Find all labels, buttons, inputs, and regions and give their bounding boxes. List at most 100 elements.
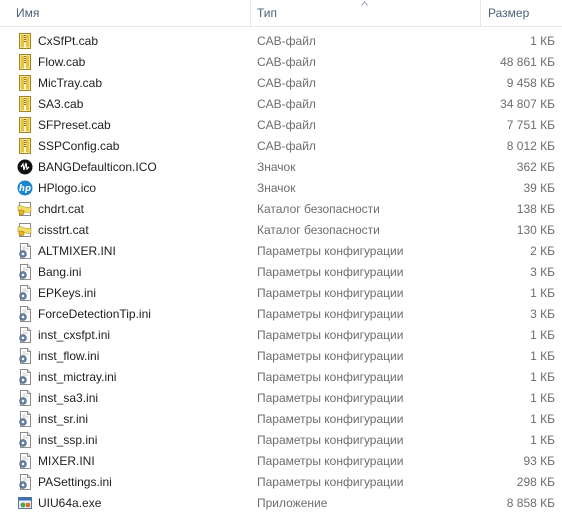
file-row[interactable]: PASettings.ini Параметры конфигурации 298 … [0,472,562,493]
sort-ascending-icon [361,1,368,6]
file-name: inst_cxsfpt.ini [38,328,111,342]
file-size: 3 КБ [530,265,555,279]
file-row[interactable]: hp HPlogo.ico Значок 39 КБ [0,178,562,199]
file-size: 8 012 КБ [506,139,555,153]
file-type: Параметры конфигурации [257,286,404,300]
config-settings-icon [17,390,33,406]
file-name: inst_flow.ini [38,349,100,363]
file-size: 130 КБ [516,223,555,237]
hp-logo-icon: hp [17,180,33,196]
cab-archive-icon [17,138,33,154]
file-type: Приложение [257,496,328,510]
file-row[interactable]: UIU64a.exe Приложение 8 858 КБ [0,493,562,514]
config-settings-icon [17,369,33,385]
file-row[interactable]: inst_sr.ini Параметры конфигурации 1 КБ [0,409,562,430]
file-size: 48 861 КБ [500,55,555,69]
file-size: 1 КБ [530,286,555,300]
file-row[interactable]: SFPreset.cab CAB-файл 7 751 КБ [0,115,562,136]
file-name: chdrt.cat [38,202,85,216]
file-list: CxSfPt.cab CAB-файл 1 КБ Flow.cab CAB-файл 48… [0,31,562,514]
file-size: 1 КБ [530,328,555,342]
file-name: CxSfPt.cab [38,34,99,48]
cab-archive-icon [17,54,33,70]
file-row[interactable]: CxSfPt.cab CAB-файл 1 КБ [0,31,562,52]
file-name: Flow.cab [38,55,86,69]
config-settings-icon [17,411,33,427]
file-type: Каталог безопасности [257,202,380,216]
file-name: SA3.cab [38,97,84,111]
file-type: CAB-файл [257,118,316,132]
file-type: Параметры конфигурации [257,307,404,321]
column-header-name[interactable]: Имя [0,0,250,26]
file-type: Параметры конфигурации [257,475,404,489]
cab-archive-icon [17,96,33,112]
file-type: Параметры конфигурации [257,370,404,384]
file-name: PASettings.ini [38,475,112,489]
application-exe-icon [17,495,33,511]
file-name: SFPreset.cab [38,118,111,132]
config-settings-icon [17,285,33,301]
file-type: CAB-файл [257,55,316,69]
security-catalog-icon [17,201,33,217]
file-type: Значок [257,160,296,174]
file-name: EPKeys.ini [38,286,97,300]
file-name: ForceDetectionTip.ini [38,307,151,321]
file-size: 362 КБ [516,160,555,174]
file-row[interactable]: ALTMIXER.INI Параметры конфигурации 2 КБ [0,241,562,262]
file-row[interactable]: chdrt.cat Каталог безопасности 138 КБ [0,199,562,220]
file-row[interactable]: EPKeys.ini Параметры конфигурации 1 КБ [0,283,562,304]
file-size: 8 858 КБ [506,496,555,510]
file-name: MIXER.INI [38,454,95,468]
file-row[interactable]: Flow.cab CAB-файл 48 861 КБ [0,52,562,73]
config-settings-icon [17,453,33,469]
file-row[interactable]: SA3.cab CAB-файл 34 807 КБ [0,94,562,115]
file-row[interactable]: MicTray.cab CAB-файл 9 458 КБ [0,73,562,94]
file-size: 2 КБ [530,244,555,258]
config-settings-icon [17,306,33,322]
file-row[interactable]: SSPConfig.cab CAB-файл 8 012 КБ [0,136,562,157]
file-row[interactable]: cisstrt.cat Каталог безопасности 130 КБ [0,220,562,241]
security-catalog-icon [17,222,33,238]
file-row[interactable]: MIXER.INI Параметры конфигурации 93 КБ [0,451,562,472]
file-size: 1 КБ [530,370,555,384]
file-type: CAB-файл [257,76,316,90]
file-row[interactable]: BANGDefaulticon.ICO Значок 362 КБ [0,157,562,178]
file-row[interactable]: inst_cxsfpt.ini Параметры конфигурации 1 К… [0,325,562,346]
file-size: 1 КБ [530,433,555,447]
file-size: 3 КБ [530,307,555,321]
file-type: Параметры конфигурации [257,244,404,258]
cab-archive-icon [17,117,33,133]
file-type: Значок [257,181,296,195]
file-row[interactable]: inst_sa3.ini Параметры конфигурации 1 КБ [0,388,562,409]
file-row[interactable]: Bang.ini Параметры конфигурации 3 КБ [0,262,562,283]
file-name: UIU64a.exe [38,496,102,510]
config-settings-icon [17,474,33,490]
file-size: 298 КБ [516,475,555,489]
file-type: Каталог безопасности [257,223,380,237]
file-name: inst_mictray.ini [38,370,117,384]
file-size: 1 КБ [530,349,555,363]
file-size: 7 751 КБ [506,118,555,132]
column-header-bar: Имя Тип Размер [0,0,562,27]
file-size: 138 КБ [516,202,555,216]
file-size: 9 458 КБ [506,76,555,90]
file-name: inst_ssp.ini [38,433,98,447]
file-size: 1 КБ [530,412,555,426]
file-row[interactable]: inst_mictray.ini Параметры конфигурации 1 … [0,367,562,388]
file-row[interactable]: ForceDetectionTip.ini Параметры конфигура… [0,304,562,325]
file-type: Параметры конфигурации [257,391,404,405]
file-type: Параметры конфигурации [257,433,404,447]
file-type: Параметры конфигурации [257,412,404,426]
file-size: 1 КБ [530,391,555,405]
file-type: CAB-файл [257,97,316,111]
file-name: inst_sr.ini [38,412,89,426]
bang-audio-icon [17,159,33,175]
file-row[interactable]: inst_flow.ini Параметры конфигурации 1 КБ [0,346,562,367]
config-settings-icon [17,243,33,259]
config-settings-icon [17,264,33,280]
file-name: MicTray.cab [38,76,103,90]
file-type: Параметры конфигурации [257,328,404,342]
file-row[interactable]: inst_ssp.ini Параметры конфигурации 1 КБ [0,430,562,451]
file-type: Параметры конфигурации [257,454,404,468]
column-header-size[interactable]: Размер [480,0,562,26]
